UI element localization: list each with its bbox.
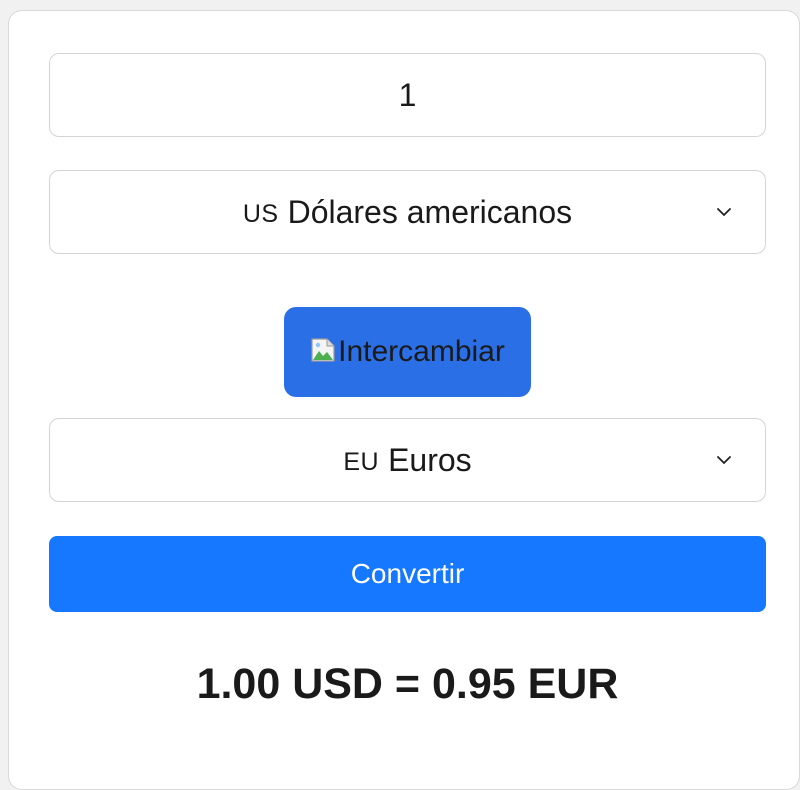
amount-input[interactable]: 1 (49, 53, 766, 137)
broken-image-icon (311, 338, 335, 362)
conversion-result: 1.00 USD = 0.95 EUR (196, 660, 619, 708)
swap-button[interactable]: Intercambiar (284, 307, 531, 397)
convert-button-label: Convertir (350, 558, 465, 589)
convert-button[interactable]: Convertir (49, 536, 766, 612)
from-currency-code: US (242, 199, 279, 228)
chevron-down-icon (717, 208, 731, 216)
to-currency-select[interactable]: EU Euros (49, 418, 766, 502)
swap-button-label: Intercambiar (338, 335, 505, 368)
chevron-down-icon (717, 456, 731, 464)
from-currency-select[interactable]: US Dólares americanos (49, 170, 766, 254)
amount-value: 1 (398, 76, 417, 113)
to-currency-label: Euros (388, 441, 472, 478)
to-currency-code: EU (343, 447, 380, 476)
from-currency-label: Dólares americanos (287, 193, 573, 230)
